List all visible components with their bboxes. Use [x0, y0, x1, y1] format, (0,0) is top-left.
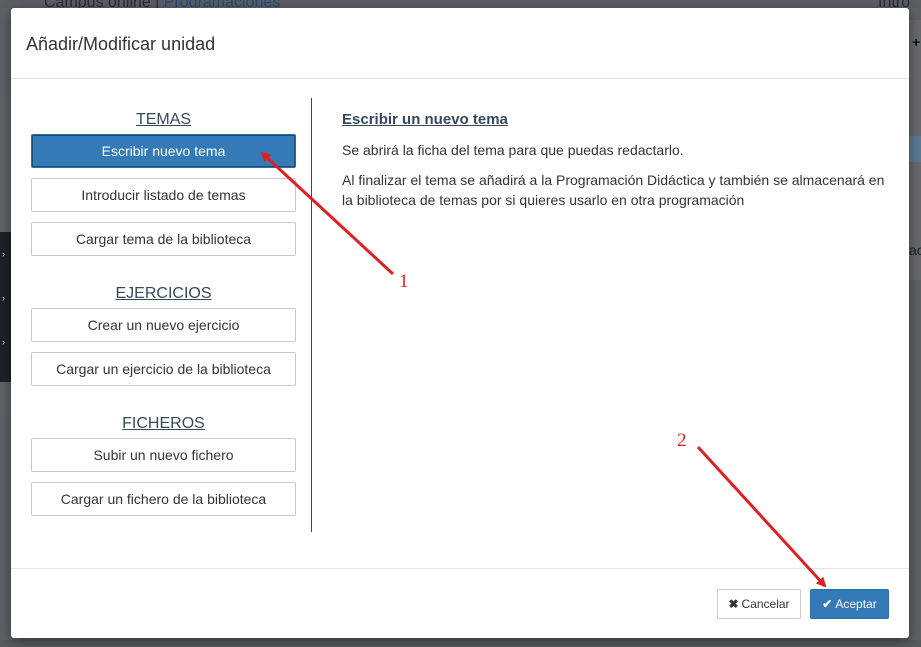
- accept-button[interactable]: ✔ Aceptar: [810, 589, 889, 619]
- modal-footer: ✖ Cancelar ✔ Aceptar: [11, 568, 909, 638]
- ficheros-section-title: FICHEROS: [122, 415, 205, 432]
- ejercicios-section-title: EJERCICIOS: [115, 285, 212, 302]
- add-unit-modal: Añadir/Modificar unidad TEMAS Escribir n…: [11, 8, 909, 638]
- background-right-panel: [909, 136, 921, 162]
- cancel-button[interactable]: ✖ Cancelar: [717, 589, 801, 619]
- load-file-from-library-button[interactable]: Cargar un fichero de la biblioteca: [31, 482, 296, 516]
- column-divider: [311, 98, 312, 532]
- check-icon: ✔: [822, 597, 833, 611]
- write-new-topic-button[interactable]: Escribir nuevo tema: [31, 134, 296, 168]
- background-plus-icon: +: [912, 34, 921, 50]
- load-exercise-from-library-button[interactable]: Cargar un ejercicio de la biblioteca: [31, 352, 296, 386]
- create-new-exercise-button[interactable]: Crear un nuevo ejercicio: [31, 308, 296, 342]
- ficheros-section: FICHEROS Subir un nuevo fichero Cargar u…: [31, 415, 296, 526]
- description-text-2: Al finalizar el tema se añadirá a la Pro…: [342, 172, 885, 208]
- background-right-text: ac: [909, 242, 921, 258]
- modal-body: TEMAS Escribir nuevo tema Introducir lis…: [11, 79, 909, 569]
- description-text-1: Se abrirá la ficha del tema para que pue…: [342, 142, 684, 158]
- description-panel: Escribir un nuevo tema Se abrirá la fich…: [342, 111, 887, 220]
- ejercicios-section: EJERCICIOS Crear un nuevo ejercicio Carg…: [31, 285, 296, 396]
- load-topic-from-library-button[interactable]: Cargar tema de la biblioteca: [31, 222, 296, 256]
- accept-button-label: Aceptar: [835, 597, 877, 611]
- modal-title: Añadir/Modificar unidad: [26, 34, 216, 54]
- upload-new-file-button[interactable]: Subir un nuevo fichero: [31, 438, 296, 472]
- background-bottom: [0, 640, 921, 647]
- close-icon: ✖: [728, 597, 739, 611]
- enter-topic-list-button[interactable]: Introducir listado de temas: [31, 178, 296, 212]
- temas-section-title: TEMAS: [135, 111, 192, 128]
- modal-header: Añadir/Modificar unidad: [11, 8, 909, 79]
- annotation-number-2: 2: [677, 430, 687, 451]
- annotation-number-1: 1: [399, 271, 409, 292]
- cancel-button-label: Cancelar: [741, 597, 790, 611]
- description-title: Escribir un nuevo tema: [342, 111, 508, 128]
- temas-section: TEMAS Escribir nuevo tema Introducir lis…: [31, 111, 296, 266]
